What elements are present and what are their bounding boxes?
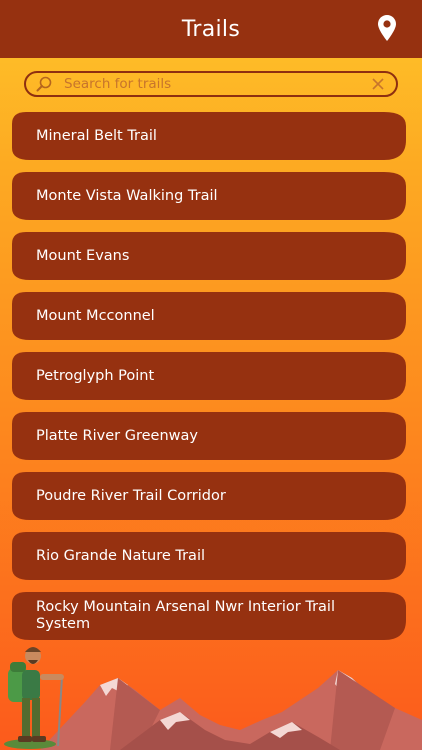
trail-item-label: Rio Grande Nature Trail	[36, 547, 206, 564]
trail-list: Mineral Belt Trail Monte Vista Walking T…	[12, 112, 406, 652]
trail-item-label: Rocky Mountain Arsenal Nwr Interior Trai…	[36, 599, 335, 632]
trail-item-label: Petroglyph Point	[36, 367, 155, 384]
page-title: Trails	[181, 16, 241, 42]
trail-item[interactable]: Rio Grande Nature Trail	[12, 532, 406, 580]
trail-item[interactable]: Mount Evans	[12, 232, 406, 280]
hiker-icon	[4, 647, 64, 749]
trail-item[interactable]: Mineral Belt Trail	[12, 112, 406, 160]
trail-item[interactable]: Monte Vista Walking Trail	[12, 172, 406, 220]
trail-item[interactable]: Petroglyph Point	[12, 352, 406, 400]
trail-item-label: Platte River Greenway	[36, 427, 198, 444]
trail-item[interactable]: Rocky Mountain Arsenal Nwr Interior Trai…	[12, 592, 406, 640]
trail-item[interactable]: Mount Mcconnel	[12, 292, 406, 340]
mountains	[40, 670, 422, 750]
search-input[interactable]	[62, 75, 372, 93]
trail-item-label: Mount Mcconnel	[36, 307, 155, 324]
app-screen: Trails Mineral Belt Trail Monte Vista Wa…	[0, 0, 422, 750]
hiker-mountain-illustration	[4, 647, 422, 750]
search-icon	[36, 76, 52, 92]
trail-item[interactable]: Platte River Greenway	[12, 412, 406, 460]
trail-item-label: Monte Vista Walking Trail	[36, 187, 218, 204]
close-icon[interactable]	[372, 78, 384, 90]
header-bar: Trails	[0, 0, 422, 58]
trail-item-label: Poudre River Trail Corridor	[36, 487, 226, 504]
trail-item-label: Mineral Belt Trail	[36, 127, 157, 144]
map-pin-icon[interactable]	[378, 15, 396, 41]
search-bar	[24, 71, 398, 97]
trail-item-label: Mount Evans	[36, 247, 130, 264]
trail-item[interactable]: Poudre River Trail Corridor	[12, 472, 406, 520]
